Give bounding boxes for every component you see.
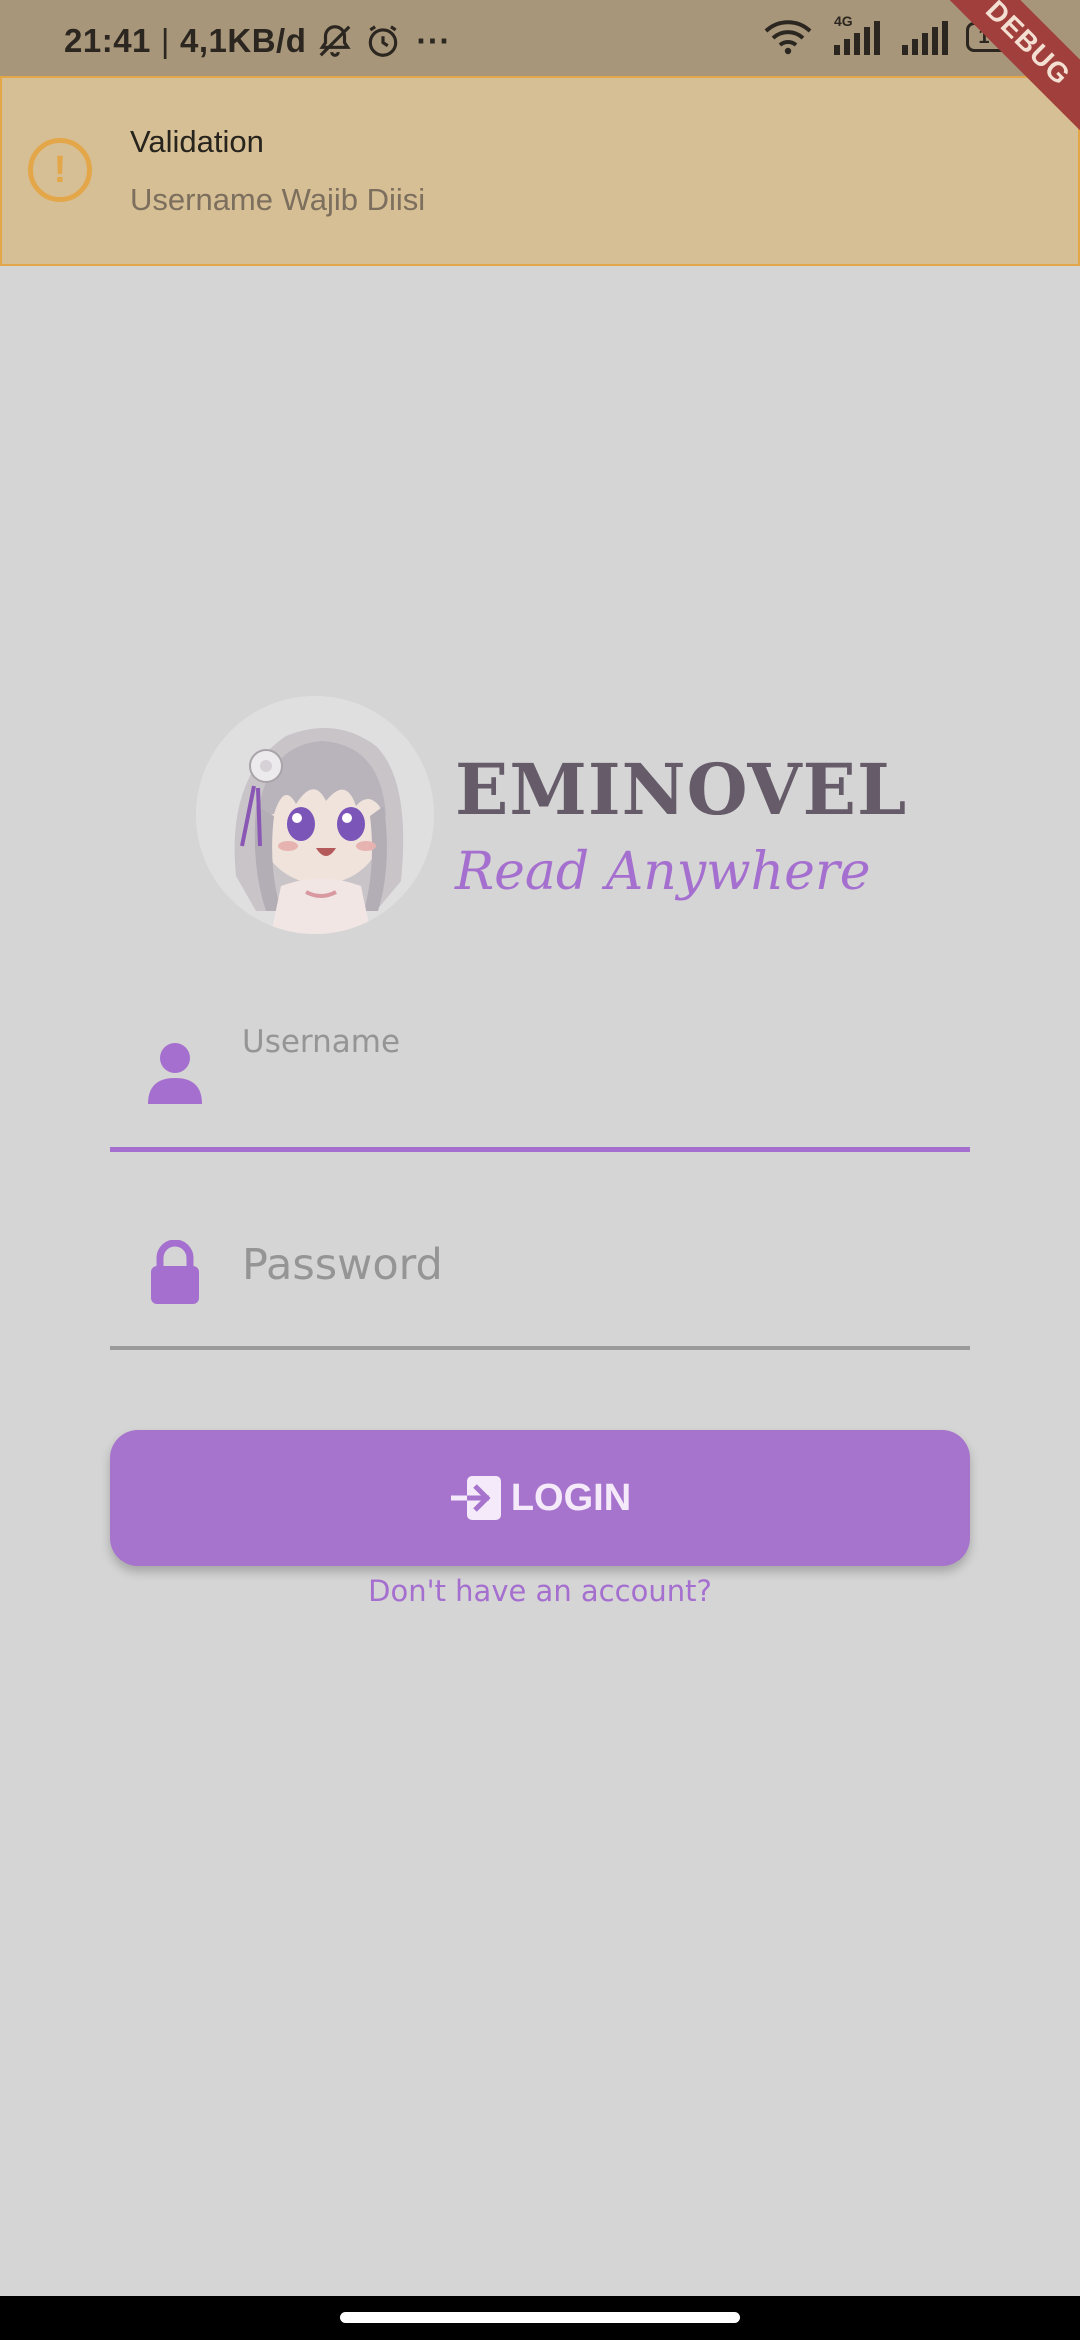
app-tagline: Read Anywhere [455, 842, 871, 902]
bell-off-icon [316, 22, 354, 60]
status-separator: | [160, 22, 170, 59]
signup-link[interactable]: Don't have an account? [0, 1574, 1080, 1608]
login-button-label: LOGIN [510, 1476, 632, 1519]
validation-toast[interactable]: ! Validation Username Wajib Diisi [0, 76, 1080, 266]
status-bar: 21:41 | 4,1KB/d ··· 4G [0, 0, 1080, 76]
toast-title: Validation [130, 124, 264, 159]
signal-icon: 4G [830, 13, 884, 55]
alarm-icon [364, 22, 402, 60]
status-time: 21:41 [64, 22, 151, 59]
network-type: 4G [834, 13, 853, 29]
user-icon [146, 1040, 204, 1104]
wifi-icon [764, 18, 812, 56]
username-label: Username [242, 1024, 401, 1060]
app-logo-avatar [196, 696, 434, 934]
brand-header: EMINOVEL Read Anywhere [192, 692, 912, 942]
username-input[interactable] [242, 1093, 960, 1139]
login-button[interactable]: LOGIN [110, 1430, 970, 1566]
password-input[interactable] [242, 1292, 960, 1338]
login-icon [449, 1473, 505, 1523]
lock-icon [146, 1239, 204, 1304]
warning-icon: ! [28, 138, 92, 202]
toast-message: Username Wajib Diisi [130, 182, 426, 217]
password-field[interactable]: Password [110, 1204, 970, 1350]
status-network-speed: 4,1KB/d [179, 22, 307, 59]
app-title: EMINOVEL [455, 748, 908, 831]
status-left: 21:41 | 4,1KB/d ··· [64, 22, 451, 60]
username-field[interactable]: Username [110, 1010, 970, 1152]
password-placeholder: Password [242, 1240, 443, 1290]
status-overflow: ··· [416, 22, 451, 59]
home-indicator[interactable] [340, 2312, 740, 2323]
signal-icon [902, 19, 948, 55]
